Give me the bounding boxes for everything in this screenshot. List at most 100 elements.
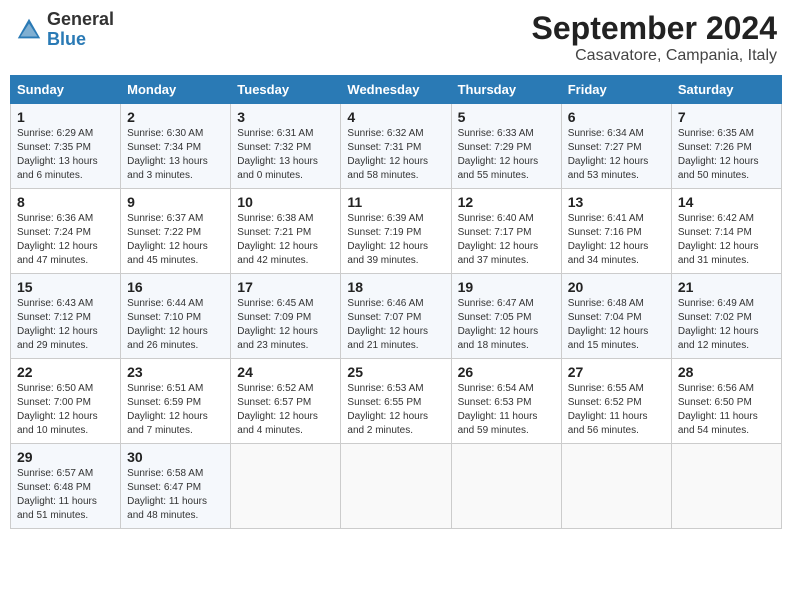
- day-info: Sunrise: 6:33 AMSunset: 7:29 PMDaylight:…: [458, 127, 555, 183]
- page-header: General Blue September 2024 Casavatore, …: [10, 10, 782, 65]
- day-number: 13: [568, 194, 665, 210]
- day-info: Sunrise: 6:57 AMSunset: 6:48 PMDaylight:…: [17, 467, 114, 523]
- calendar-day-cell: 1 Sunrise: 6:29 AMSunset: 7:35 PMDaylight…: [11, 104, 121, 189]
- calendar-header-cell: Saturday: [671, 76, 781, 104]
- day-info: Sunrise: 6:48 AMSunset: 7:04 PMDaylight:…: [568, 297, 665, 353]
- calendar-day-cell: [561, 444, 671, 529]
- day-number: 10: [237, 194, 334, 210]
- day-info: Sunrise: 6:43 AMSunset: 7:12 PMDaylight:…: [17, 297, 114, 353]
- calendar-week-row: 15Sunrise: 6:43 AMSunset: 7:12 PMDayligh…: [11, 274, 782, 359]
- day-info: Sunrise: 6:41 AMSunset: 7:16 PMDaylight:…: [568, 212, 665, 268]
- day-info: Sunrise: 6:50 AMSunset: 7:00 PMDaylight:…: [17, 382, 114, 438]
- calendar-day-cell: 28 Sunrise: 6:56 AMSunset: 6:50 PMDayligh…: [671, 359, 781, 444]
- day-info: Sunrise: 6:40 AMSunset: 7:17 PMDaylight:…: [458, 212, 555, 268]
- calendar-header-cell: Wednesday: [341, 76, 451, 104]
- month-title: September 2024: [532, 10, 777, 47]
- day-info: Sunrise: 6:38 AMSunset: 7:21 PMDaylight:…: [237, 212, 334, 268]
- calendar-day-cell: 18 Sunrise: 6:46 AMSunset: 7:07 PMDayligh…: [341, 274, 451, 359]
- calendar-day-cell: [231, 444, 341, 529]
- day-number: 20: [568, 279, 665, 295]
- title-block: September 2024 Casavatore, Campania, Ita…: [532, 10, 777, 65]
- calendar-header-cell: Friday: [561, 76, 671, 104]
- calendar-body: 1 Sunrise: 6:29 AMSunset: 7:35 PMDaylight…: [11, 104, 782, 529]
- day-info: Sunrise: 6:56 AMSunset: 6:50 PMDaylight:…: [678, 382, 775, 438]
- day-number: 6: [568, 109, 665, 125]
- calendar-day-cell: 24 Sunrise: 6:52 AMSunset: 6:57 PMDayligh…: [231, 359, 341, 444]
- day-number: 16: [127, 279, 224, 295]
- calendar-week-row: 8Sunrise: 6:36 AMSunset: 7:24 PMDaylight…: [11, 189, 782, 274]
- calendar-table: SundayMondayTuesdayWednesdayThursdayFrid…: [10, 75, 782, 529]
- day-number: 29: [17, 449, 114, 465]
- logo: General Blue: [15, 10, 114, 50]
- calendar-week-row: 22 Sunrise: 6:50 AMSunset: 7:00 PMDayligh…: [11, 359, 782, 444]
- day-number: 12: [458, 194, 555, 210]
- day-info: Sunrise: 6:55 AMSunset: 6:52 PMDaylight:…: [568, 382, 665, 438]
- day-number: 28: [678, 364, 775, 380]
- calendar-day-cell: [341, 444, 451, 529]
- day-info: Sunrise: 6:30 AMSunset: 7:34 PMDaylight:…: [127, 127, 224, 183]
- day-number: 3: [237, 109, 334, 125]
- day-number: 25: [347, 364, 444, 380]
- day-info: Sunrise: 6:53 AMSunset: 6:55 PMDaylight:…: [347, 382, 444, 438]
- day-number: 19: [458, 279, 555, 295]
- day-info: Sunrise: 6:32 AMSunset: 7:31 PMDaylight:…: [347, 127, 444, 183]
- calendar-header-cell: Sunday: [11, 76, 121, 104]
- calendar-day-cell: 6 Sunrise: 6:34 AMSunset: 7:27 PMDaylight…: [561, 104, 671, 189]
- logo-text: General Blue: [47, 10, 114, 50]
- day-number: 4: [347, 109, 444, 125]
- day-info: Sunrise: 6:36 AMSunset: 7:24 PMDaylight:…: [17, 212, 114, 268]
- day-number: 18: [347, 279, 444, 295]
- day-number: 9: [127, 194, 224, 210]
- calendar-day-cell: 8Sunrise: 6:36 AMSunset: 7:24 PMDaylight…: [11, 189, 121, 274]
- calendar-day-cell: 12 Sunrise: 6:40 AMSunset: 7:17 PMDayligh…: [451, 189, 561, 274]
- calendar-header-cell: Thursday: [451, 76, 561, 104]
- day-number: 2: [127, 109, 224, 125]
- location: Casavatore, Campania, Italy: [532, 47, 777, 65]
- calendar-day-cell: 2 Sunrise: 6:30 AMSunset: 7:34 PMDaylight…: [121, 104, 231, 189]
- day-info: Sunrise: 6:42 AMSunset: 7:14 PMDaylight:…: [678, 212, 775, 268]
- day-number: 17: [237, 279, 334, 295]
- day-info: Sunrise: 6:52 AMSunset: 6:57 PMDaylight:…: [237, 382, 334, 438]
- calendar-day-cell: 17 Sunrise: 6:45 AMSunset: 7:09 PMDayligh…: [231, 274, 341, 359]
- calendar-day-cell: 27 Sunrise: 6:55 AMSunset: 6:52 PMDayligh…: [561, 359, 671, 444]
- calendar-day-cell: 19 Sunrise: 6:47 AMSunset: 7:05 PMDayligh…: [451, 274, 561, 359]
- calendar-day-cell: 22 Sunrise: 6:50 AMSunset: 7:00 PMDayligh…: [11, 359, 121, 444]
- day-number: 5: [458, 109, 555, 125]
- calendar-day-cell: 16Sunrise: 6:44 AMSunset: 7:10 PMDayligh…: [121, 274, 231, 359]
- calendar-day-cell: 13 Sunrise: 6:41 AMSunset: 7:16 PMDayligh…: [561, 189, 671, 274]
- day-info: Sunrise: 6:58 AMSunset: 6:47 PMDaylight:…: [127, 467, 224, 523]
- day-info: Sunrise: 6:37 AMSunset: 7:22 PMDaylight:…: [127, 212, 224, 268]
- day-info: Sunrise: 6:35 AMSunset: 7:26 PMDaylight:…: [678, 127, 775, 183]
- calendar-day-cell: [671, 444, 781, 529]
- day-info: Sunrise: 6:34 AMSunset: 7:27 PMDaylight:…: [568, 127, 665, 183]
- day-info: Sunrise: 6:46 AMSunset: 7:07 PMDaylight:…: [347, 297, 444, 353]
- day-info: Sunrise: 6:51 AMSunset: 6:59 PMDaylight:…: [127, 382, 224, 438]
- calendar-day-cell: 14Sunrise: 6:42 AMSunset: 7:14 PMDayligh…: [671, 189, 781, 274]
- day-info: Sunrise: 6:54 AMSunset: 6:53 PMDaylight:…: [458, 382, 555, 438]
- calendar-day-cell: 25 Sunrise: 6:53 AMSunset: 6:55 PMDayligh…: [341, 359, 451, 444]
- day-number: 11: [347, 194, 444, 210]
- day-info: Sunrise: 6:47 AMSunset: 7:05 PMDaylight:…: [458, 297, 555, 353]
- day-info: Sunrise: 6:39 AMSunset: 7:19 PMDaylight:…: [347, 212, 444, 268]
- day-number: 1: [17, 109, 114, 125]
- day-number: 23: [127, 364, 224, 380]
- day-number: 21: [678, 279, 775, 295]
- day-info: Sunrise: 6:31 AMSunset: 7:32 PMDaylight:…: [237, 127, 334, 183]
- calendar-week-row: 1 Sunrise: 6:29 AMSunset: 7:35 PMDaylight…: [11, 104, 782, 189]
- calendar-day-cell: 7Sunrise: 6:35 AMSunset: 7:26 PMDaylight…: [671, 104, 781, 189]
- calendar-day-cell: 26 Sunrise: 6:54 AMSunset: 6:53 PMDayligh…: [451, 359, 561, 444]
- calendar-day-cell: 10 Sunrise: 6:38 AMSunset: 7:21 PMDayligh…: [231, 189, 341, 274]
- day-info: Sunrise: 6:29 AMSunset: 7:35 PMDaylight:…: [17, 127, 114, 183]
- day-number: 22: [17, 364, 114, 380]
- day-number: 27: [568, 364, 665, 380]
- calendar-day-cell: 3 Sunrise: 6:31 AMSunset: 7:32 PMDaylight…: [231, 104, 341, 189]
- calendar-day-cell: 4 Sunrise: 6:32 AMSunset: 7:31 PMDaylight…: [341, 104, 451, 189]
- day-number: 24: [237, 364, 334, 380]
- calendar-day-cell: 21Sunrise: 6:49 AMSunset: 7:02 PMDayligh…: [671, 274, 781, 359]
- calendar-day-cell: 29 Sunrise: 6:57 AMSunset: 6:48 PMDayligh…: [11, 444, 121, 529]
- logo-icon: [15, 16, 43, 44]
- calendar-header-cell: Monday: [121, 76, 231, 104]
- day-number: 26: [458, 364, 555, 380]
- day-info: Sunrise: 6:45 AMSunset: 7:09 PMDaylight:…: [237, 297, 334, 353]
- calendar-header-cell: Tuesday: [231, 76, 341, 104]
